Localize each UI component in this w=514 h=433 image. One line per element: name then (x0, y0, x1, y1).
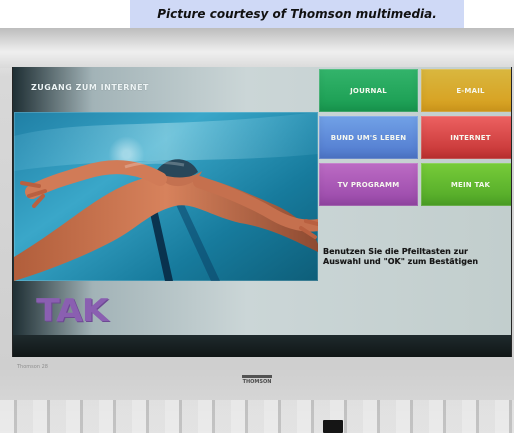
photo-caption: Picture courtesy of Thomson multimedia. (130, 0, 464, 28)
tak-logo: TAK (36, 293, 109, 329)
menu-tile-bund-ums-leben-label: BUND UM'S LEBEN (330, 133, 407, 142)
brand-logo-text: THOMSON (242, 379, 272, 385)
menu-tile-mein-tak-label: MEIN TAK (450, 180, 491, 189)
brand-logo-line (242, 375, 272, 378)
menu-tile-email-label: E-MAIL (456, 86, 485, 95)
menu-tile-internet[interactable]: INTERNET (421, 116, 511, 159)
menu-tile-journal[interactable]: JOURNAL (319, 69, 418, 112)
tak-logo-container: TAK (27, 292, 117, 330)
menu-tile-internet-label: INTERNET (450, 133, 491, 142)
navigation-instruction: Benutzen Sie die Pfeiltasten zur Auswahl… (323, 247, 479, 266)
menu-tile-journal-label: JOURNAL (350, 86, 387, 95)
tv-control-strip (0, 400, 514, 433)
thomson-brand-logo: THOMSON (240, 373, 274, 387)
menu-tile-mein-tak[interactable]: MEIN TAK (421, 163, 511, 206)
screen-lower-strip (13, 335, 511, 357)
tv-dark-button[interactable] (323, 420, 343, 433)
menu-tile-tv-programm[interactable]: TV PROGRAMM (319, 163, 418, 206)
portal-title: ZUGANG ZUM INTERNET (31, 83, 150, 92)
page: Picture courtesy of Thomson multimedia. … (0, 0, 514, 433)
menu-tile-tv-programm-label: TV PROGRAMM (337, 180, 400, 189)
tv-screen: ZUGANG ZUM INTERNET JOURNAL E-MAIL BUND … (12, 67, 512, 357)
device-small-label: Thomson 28 (17, 364, 48, 370)
swimmer-image (14, 112, 318, 281)
menu-tile-email[interactable]: E-MAIL (421, 69, 511, 112)
television-body: ZUGANG ZUM INTERNET JOURNAL E-MAIL BUND … (0, 28, 514, 433)
menu-tile-bund-ums-leben[interactable]: BUND UM'S LEBEN (319, 116, 418, 159)
tv-bezel-top (0, 28, 514, 68)
